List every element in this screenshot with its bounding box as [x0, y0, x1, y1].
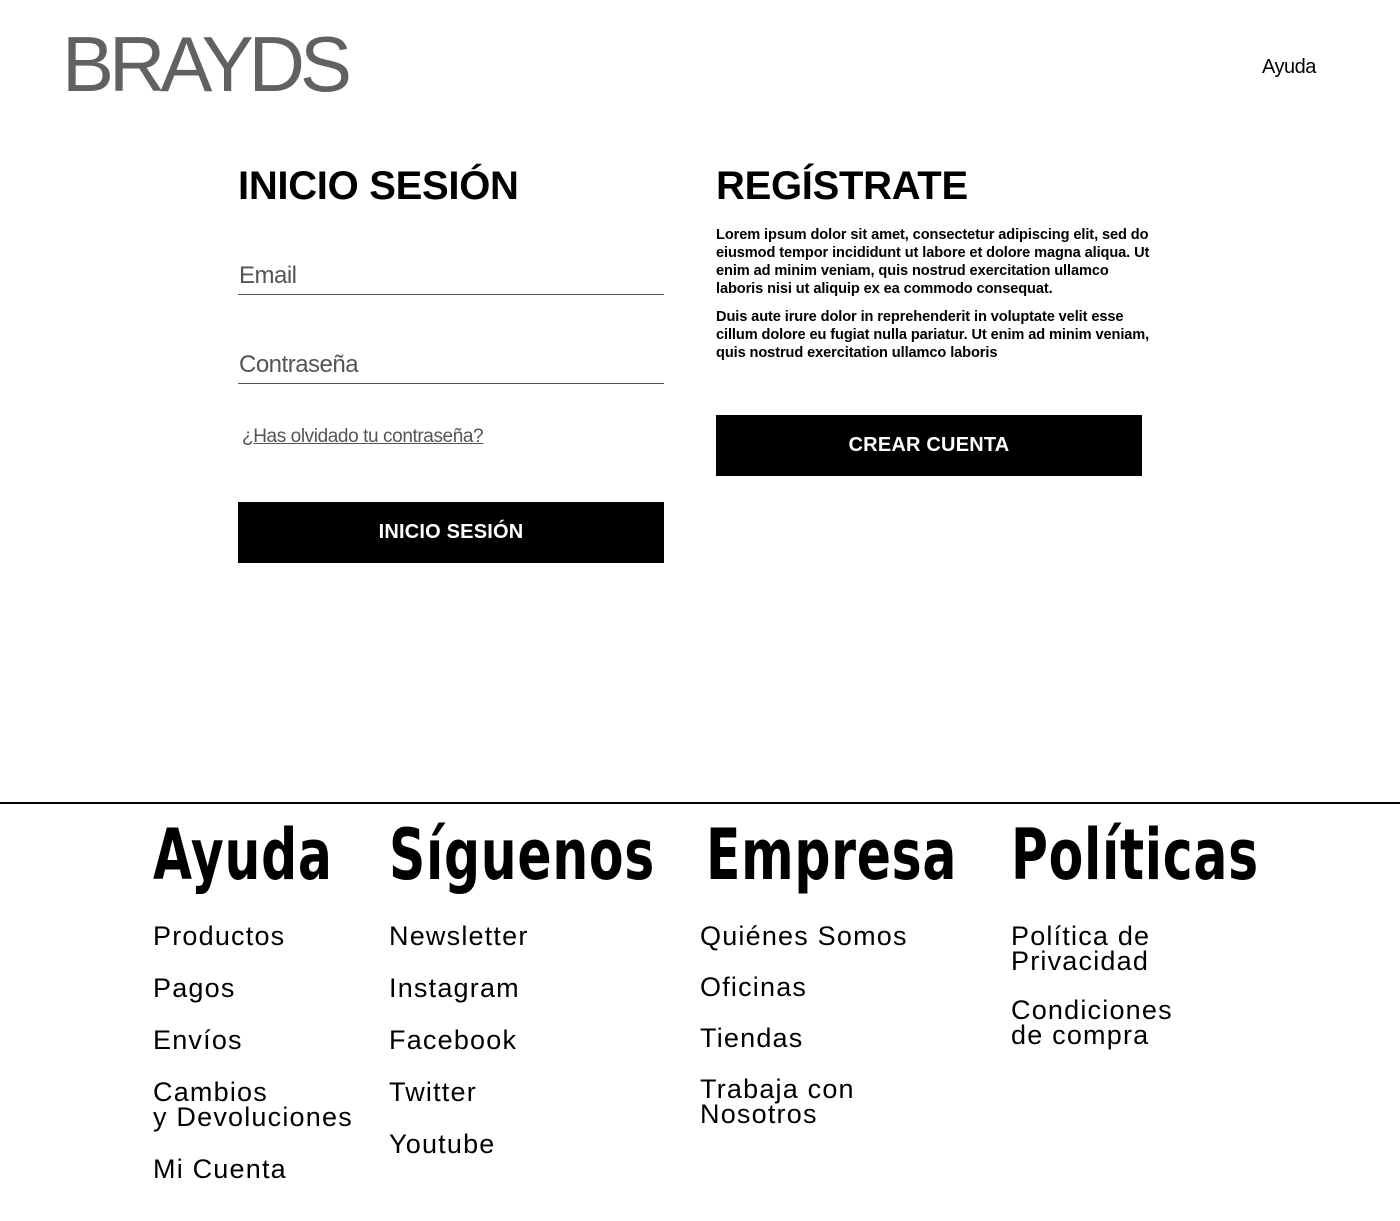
footer-link-pagos[interactable]: Pagos: [153, 975, 353, 1002]
footer-link-instagram[interactable]: Instagram: [389, 975, 529, 1002]
login-title: INICIO SESIÓN: [238, 164, 519, 208]
footer-column-title: Ayuda: [153, 814, 333, 896]
footer-link-list: Política de Privacidad Condiciones de co…: [1011, 923, 1173, 1072]
footer-link-tiendas[interactable]: Tiendas: [700, 1025, 908, 1052]
footer-divider: [0, 802, 1400, 804]
footer-link-condiciones-compra[interactable]: Condiciones de compra: [1011, 997, 1173, 1049]
footer-link-newsletter[interactable]: Newsletter: [389, 923, 529, 950]
footer-column-politicas: Políticas Política de Privacidad Condici…: [1011, 812, 1355, 1049]
header-help-link[interactable]: Ayuda: [1262, 55, 1316, 79]
footer-link-oficinas[interactable]: Oficinas: [700, 974, 908, 1001]
footer-column-siguenos: Síguenos Newsletter Instagram Facebook T…: [389, 812, 758, 1158]
footer-link-list: Quiénes Somos Oficinas Tiendas Trabaja c…: [700, 923, 908, 1153]
footer-link-facebook[interactable]: Facebook: [389, 1027, 529, 1054]
register-title: REGÍSTRATE: [716, 164, 968, 208]
footer-column-empresa: Empresa Quiénes Somos Oficinas Tiendas T…: [700, 812, 1055, 1128]
footer-link-list: Newsletter Instagram Facebook Twitter Yo…: [389, 923, 529, 1184]
email-field[interactable]: [238, 257, 664, 295]
register-description-2: Duis aute irure dolor in reprehenderit i…: [716, 309, 1150, 361]
footer-link-politica-privacidad[interactable]: Política de Privacidad: [1011, 923, 1173, 975]
login-section: INICIO SESIÓN ¿Has olvidado tu contraseñ…: [238, 162, 664, 563]
create-account-button[interactable]: CREAR CUENTA: [716, 415, 1142, 476]
footer-link-productos[interactable]: Productos: [153, 923, 353, 950]
footer-link-twitter[interactable]: Twitter: [389, 1079, 529, 1106]
footer-link-trabaja-con-nosotros[interactable]: Trabaja con Nosotros: [700, 1076, 908, 1128]
footer-link-envios[interactable]: Envíos: [153, 1027, 353, 1054]
footer-column-title: Políticas: [1011, 814, 1259, 896]
footer-link-mi-cuenta[interactable]: Mi Cuenta: [153, 1156, 353, 1183]
login-button[interactable]: INICIO SESIÓN: [238, 502, 664, 563]
register-section: REGÍSTRATE Lorem ipsum dolor sit amet, c…: [716, 162, 1156, 476]
footer-link-quienes-somos[interactable]: Quiénes Somos: [700, 923, 908, 950]
footer-column-title: Síguenos: [389, 814, 655, 896]
footer-link-youtube[interactable]: Youtube: [389, 1131, 529, 1158]
footer-link-cambios[interactable]: Cambios y Devoluciones: [153, 1079, 353, 1131]
password-field[interactable]: [238, 346, 664, 384]
forgot-password-link[interactable]: ¿Has olvidado tu contraseña?: [242, 426, 484, 448]
footer-link-list: Productos Pagos Envíos Cambios y Devoluc…: [153, 923, 353, 1209]
footer-column-ayuda: Ayuda Productos Pagos Envíos Cambios y D…: [153, 812, 403, 1183]
brand-logo[interactable]: BRAYDS: [62, 22, 352, 106]
register-description-1: Lorem ipsum dolor sit amet, consectetur …: [716, 227, 1150, 297]
footer-column-title: Empresa: [706, 814, 958, 896]
